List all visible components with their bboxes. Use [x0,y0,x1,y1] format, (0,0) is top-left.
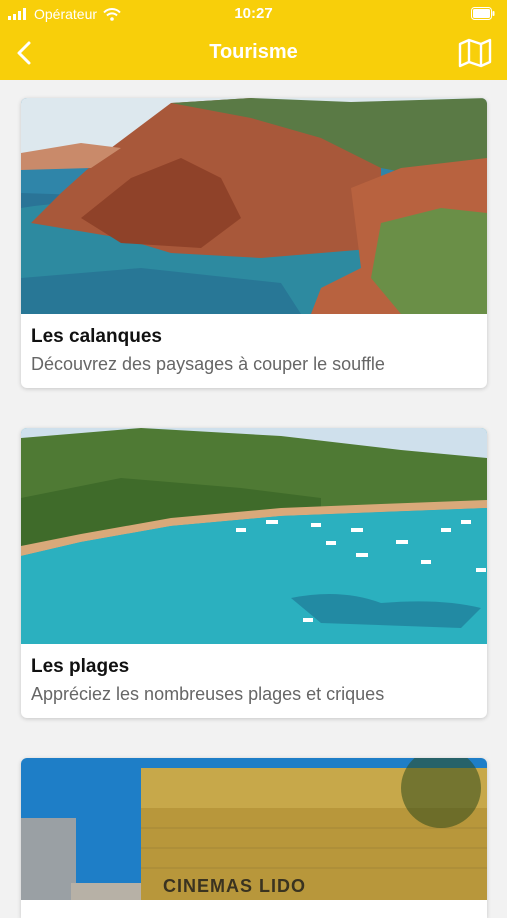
tourism-card-calanques[interactable]: Les calanques Découvrez des paysages à c… [21,98,487,388]
plages-image [21,428,487,644]
tourism-card-cinemas[interactable]: CINEMAS LIDO [21,758,487,918]
calanques-image [21,98,487,314]
card-title: Les plages [31,656,130,677]
nav-bar: Tourisme [0,28,507,80]
tourism-card-plages[interactable]: Les plages Appréciez les nombreuses plag… [21,428,487,718]
page-title: Tourisme [209,41,298,63]
card-subtitle: Appréciez les nombreuses plages et criqu… [31,684,385,704]
battery-icon [471,7,495,20]
card-title: Les calanques [31,326,162,347]
clock: 10:27 [234,5,273,22]
cinemas-sign: CINEMAS LIDO [163,876,307,896]
status-bar: Opérateur 10:27 [0,0,507,28]
card-subtitle: Découvrez des paysages à couper le souff… [31,354,385,374]
map-icon[interactable] [457,37,493,69]
